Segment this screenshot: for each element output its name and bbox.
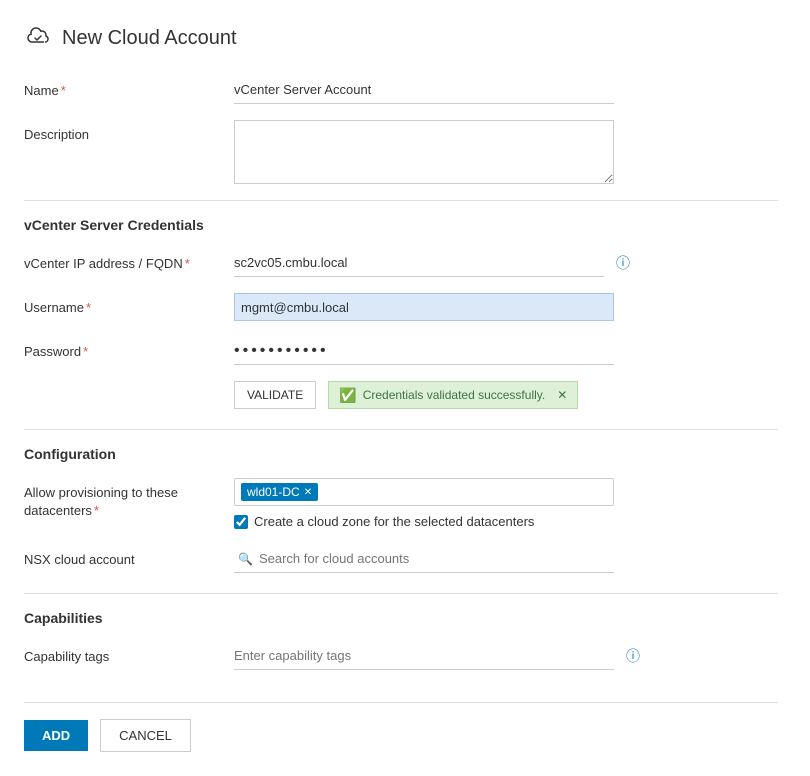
username-row: Username* <box>24 293 778 321</box>
success-check-icon: ✅ <box>339 387 356 404</box>
page-title: New Cloud Account <box>62 27 237 50</box>
name-row: Name* <box>24 76 778 104</box>
configuration-section-title: Configuration <box>24 446 778 462</box>
page-header: New Cloud Account <box>24 24 778 52</box>
footer-actions: ADD CANCEL <box>24 702 778 752</box>
validate-row: VALIDATE ✅ Credentials validated success… <box>24 381 778 409</box>
cloud-sync-icon <box>24 24 52 52</box>
configuration-section: Configuration Allow provisioning to thes… <box>24 446 778 573</box>
capabilities-section: Capabilities Capability tags ⓘ <box>24 610 778 670</box>
datacenter-chip-close[interactable]: ✕ <box>304 487 312 498</box>
datacenter-chip: wld01-DC ✕ <box>241 483 318 501</box>
close-success-icon[interactable]: ✕ <box>557 388 567 402</box>
vcenter-ip-info-icon[interactable]: ⓘ <box>616 253 630 273</box>
vcenter-ip-row: vCenter IP address / FQDN* ⓘ <box>24 249 778 277</box>
name-control <box>234 76 778 104</box>
username-label: Username* <box>24 293 234 317</box>
create-cloud-zone-label: Create a cloud zone for the selected dat… <box>254 514 534 529</box>
cancel-button[interactable]: CANCEL <box>100 719 191 752</box>
create-cloud-zone-row: Create a cloud zone for the selected dat… <box>234 514 778 529</box>
name-input[interactable] <box>234 76 614 104</box>
datacenter-tag-input[interactable] <box>322 485 607 500</box>
nsx-row: NSX cloud account 🔍 <box>24 545 778 573</box>
nsx-search-icon: 🔍 <box>238 552 253 566</box>
validation-success-banner: ✅ Credentials validated successfully. ✕ <box>328 381 578 409</box>
provisioning-row: Allow provisioning to these datacenters*… <box>24 478 778 529</box>
description-textarea[interactable] <box>234 120 614 184</box>
nsx-control: 🔍 <box>234 545 778 573</box>
vcenter-ip-control: ⓘ <box>234 249 778 277</box>
provisioning-label: Allow provisioning to these datacenters* <box>24 478 234 520</box>
username-control <box>234 293 778 321</box>
description-row: Description <box>24 120 778 184</box>
datacenter-tag-wrapper[interactable]: wld01-DC ✕ <box>234 478 614 506</box>
capability-tags-control: ⓘ <box>234 642 778 670</box>
credentials-section-title: vCenter Server Credentials <box>24 217 778 233</box>
password-control <box>234 337 778 365</box>
capability-tags-info-icon[interactable]: ⓘ <box>626 646 640 666</box>
validate-button[interactable]: VALIDATE <box>234 381 316 409</box>
provisioning-control: wld01-DC ✕ Create a cloud zone for the s… <box>234 478 778 529</box>
add-button[interactable]: ADD <box>24 720 88 751</box>
capability-tags-row: Capability tags ⓘ <box>24 642 778 670</box>
vcenter-ip-input[interactable] <box>234 249 604 277</box>
nsx-label: NSX cloud account <box>24 545 234 569</box>
capability-tags-input[interactable] <box>234 642 614 670</box>
datacenter-chip-label: wld01-DC <box>247 485 300 499</box>
description-control <box>234 120 778 184</box>
nsx-search-wrapper[interactable]: 🔍 <box>234 545 614 573</box>
vcenter-ip-label: vCenter IP address / FQDN* <box>24 249 234 273</box>
username-input[interactable] <box>234 293 614 321</box>
create-cloud-zone-checkbox[interactable] <box>234 515 248 529</box>
name-label: Name* <box>24 76 234 100</box>
description-label: Description <box>24 120 234 144</box>
password-row: Password* <box>24 337 778 365</box>
password-input[interactable] <box>234 337 614 365</box>
password-label: Password* <box>24 337 234 361</box>
capabilities-section-title: Capabilities <box>24 610 778 626</box>
success-message: Credentials validated successfully. <box>363 388 546 402</box>
nsx-search-input[interactable] <box>259 551 610 566</box>
credentials-section: vCenter Server Credentials vCenter IP ad… <box>24 217 778 409</box>
capability-tags-label: Capability tags <box>24 642 234 666</box>
